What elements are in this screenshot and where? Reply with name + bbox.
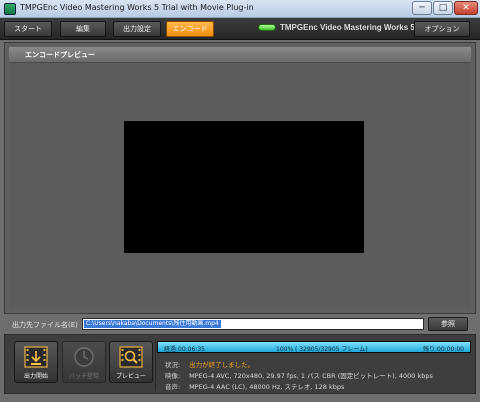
encode-progress-bar: 経過:00:06:35 100% ( 32905/32905 フレーム) 残り:… [157,341,471,353]
title-bar: TMPGEnc Video Mastering Works 5 Trial wi… [0,0,480,18]
divider [155,339,156,391]
video-key: 映像: [165,372,181,380]
nav-encode-button[interactable]: エンコード [166,21,214,37]
brand-logo: TMPGEnc Video Mastering Works 5 [258,23,415,32]
nav-start-button[interactable]: スタート [4,21,52,37]
nav-edit-button[interactable]: 編集 [60,21,106,37]
close-button[interactable]: ✕ [454,1,478,15]
options-button[interactable]: オプション [414,21,470,37]
batch-register-button[interactable]: バッチ登録 [62,341,106,383]
nav-output-settings-button[interactable]: 出力設定 [113,21,161,37]
start-output-label: 出力開始 [23,373,48,380]
status-value: 出力が終了しました。 [189,361,255,369]
start-output-button[interactable]: 出力開始 [14,341,58,383]
audio-key: 音声: [165,383,181,391]
minimize-button[interactable]: ─ [412,1,432,15]
status-key: 状況: [165,361,181,369]
video-info-row: 映像: MPEG-4 AVC, 720x480, 29.97 fps, 1 パス… [165,370,433,380]
output-file-label: 出力先ファイル名(E) [12,321,78,329]
batch-register-label: バッチ登録 [68,373,99,380]
preview-area [9,63,471,309]
status-row: 状況: 出力が終了しました。 [165,359,254,369]
maximize-button[interactable]: □ [433,1,453,15]
clock-icon [74,347,94,367]
output-file-input[interactable]: C:\Users\nakaba\Documents\残住用動画.mp4 [82,318,424,330]
output-file-row: 出力先ファイル名(E) C:\Users\nakaba\Documents\残住… [0,316,480,332]
audio-info-row: 音声: MPEG-4 AAC (LC), 48000 Hz, ステレオ, 128… [165,381,344,391]
panel-title: エンコードプレビュー [25,51,95,59]
output-file-path: C:\Users\nakaba\Documents\残住用動画.mp4 [84,320,221,328]
panel-header: エンコードプレビュー [9,47,471,63]
encode-preview-panel: エンコードプレビュー [4,42,476,314]
window-title: TMPGEnc Video Mastering Works 5 Trial wi… [20,3,254,12]
audio-value: MPEG-4 AAC (LC), 48000 Hz, ステレオ, 128 kbp… [189,383,345,391]
status-panel: 経過:00:06:35 100% ( 32905/32905 フレーム) 残り:… [157,339,471,391]
video-preview-screen [124,121,364,253]
film-export-icon [24,346,48,368]
encode-control-area: 出力開始 バッチ登録 プレビュー 経過:00:06:35 100% ( 3290… [4,334,476,394]
brand-text: TMPGEnc Video Mastering Works 5 [280,23,415,32]
preview-label: プレビュー [115,373,146,380]
video-value: MPEG-4 AVC, 720x480, 29.97 fps, 1 パス CBR… [189,372,433,380]
browse-button[interactable]: 参照 [428,317,468,331]
app-icon [4,3,16,15]
preview-button[interactable]: プレビュー [109,341,153,383]
preview-magnifier-icon [119,346,143,368]
remaining-time: 残り:00:00:00 [423,346,464,353]
main-navigation: スタート 編集 出力設定 エンコード TMPGEnc Video Masteri… [0,18,480,40]
elapsed-time: 経過:00:06:35 [164,346,205,353]
status-led-icon [258,24,276,31]
progress-percent: 100% ( 32905/32905 フレーム) [276,346,368,353]
